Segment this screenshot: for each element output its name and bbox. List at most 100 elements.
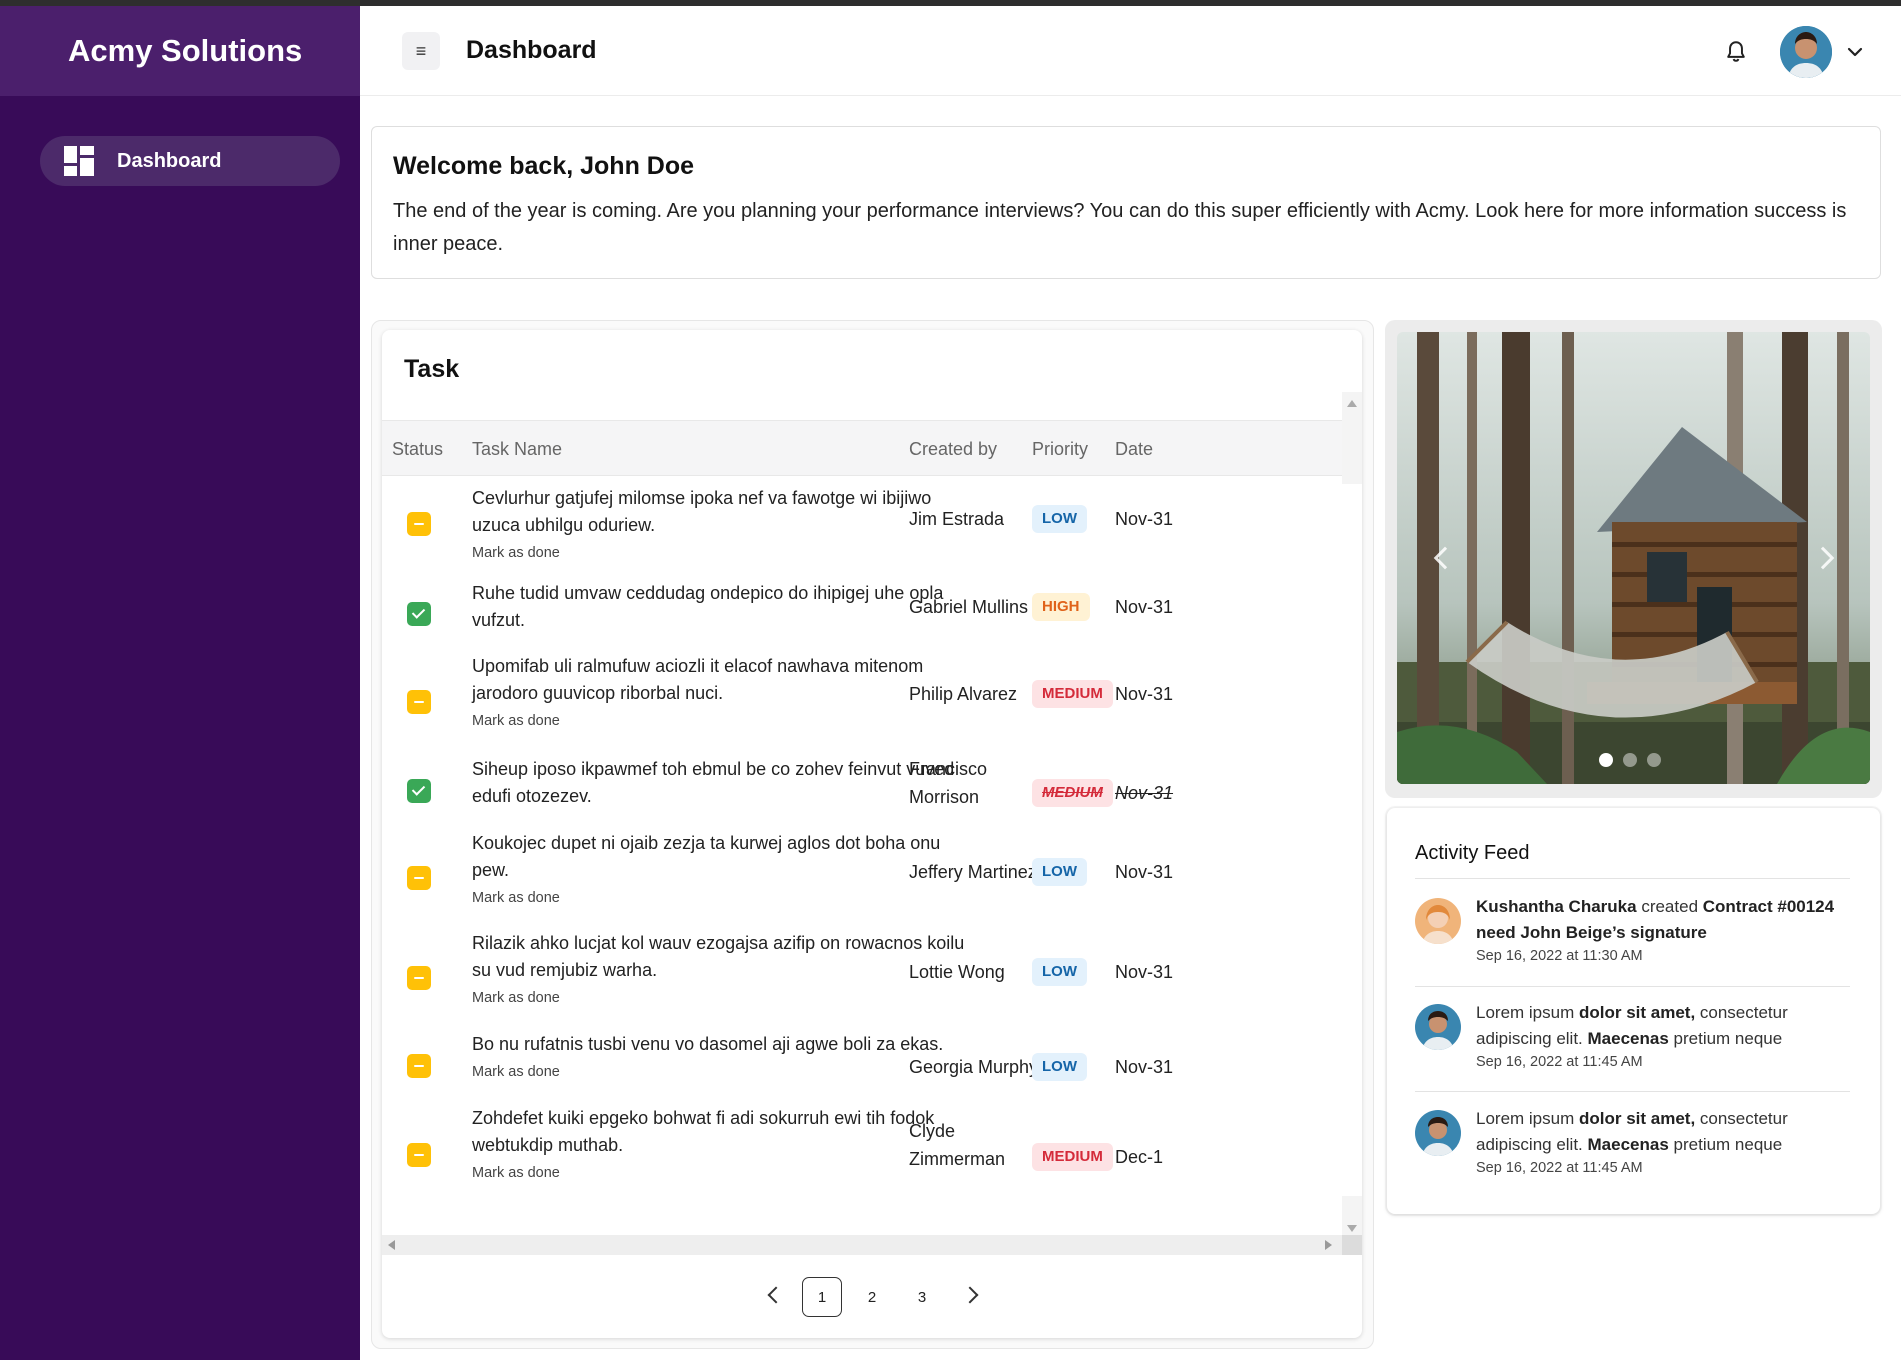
next-page-icon[interactable]: [961, 1286, 979, 1304]
activity-verb: created: [1636, 897, 1703, 916]
task-date: Dec-1: [1115, 1147, 1164, 1167]
page-2-button[interactable]: 2: [852, 1277, 892, 1317]
user-avatar[interactable]: [1780, 26, 1832, 78]
task-table-header: Status Task Name Created by Priority Dat…: [382, 420, 1342, 476]
cabin-forest-image: [1397, 332, 1870, 784]
sidebar-item-label: Dashboard: [117, 149, 222, 172]
table-row: Ruhe tudid umvaw ceddudag ondepico do ih…: [382, 578, 1342, 653]
brand-bar: Acmy Solutions: [0, 6, 360, 96]
pagination: 1 2 3: [382, 1277, 1362, 1317]
task-date: Nov-31: [1115, 862, 1174, 882]
task-created-by: Francisco Morrison: [909, 759, 988, 807]
task-name: Koukojec dupet ni ojaib zezja ta kurwej …: [472, 833, 941, 880]
activity-text: Lorem ipsum dolor sit amet, consectetur …: [1476, 1106, 1856, 1178]
scroll-down-icon[interactable]: [1347, 1225, 1357, 1232]
divider: [1415, 986, 1850, 987]
activity-actor[interactable]: Kushantha Charuka: [1476, 897, 1637, 916]
column-status[interactable]: Status: [392, 439, 443, 460]
activity-text: Kushantha Charuka created Contract #0012…: [1476, 894, 1856, 966]
table-row: Zohdefet kuiki epgeko bohwat fi adi soku…: [382, 1103, 1342, 1213]
mark-as-done-link[interactable]: Mark as done: [472, 543, 982, 563]
mark-as-done-link[interactable]: Mark as done: [472, 1062, 982, 1082]
sidebar: Acmy Solutions Dashboard: [0, 6, 360, 1360]
priority-badge: MEDIUM: [1032, 1143, 1113, 1171]
task-card: Task Status Task Name Created by Priorit…: [382, 330, 1362, 1338]
bell-icon[interactable]: [1723, 39, 1749, 65]
horizontal-scrollbar[interactable]: [382, 1235, 1362, 1255]
table-row: Bo nu rufatnis tusbi venu vo dasomel aji…: [382, 1028, 1342, 1103]
table-row: Upomifab uli ralmufuw aciozli it elacof …: [382, 653, 1342, 753]
activity-text-bold: Maecenas: [1587, 1029, 1669, 1048]
task-name: Upomifab uli ralmufuw aciozli it elacof …: [472, 656, 924, 703]
prev-page-icon[interactable]: [767, 1286, 785, 1304]
activity-avatar: [1415, 898, 1461, 944]
task-name: Ruhe tudid umvaw ceddudag ondepico do ih…: [472, 583, 944, 630]
welcome-text: The end of the year is coming. Are you p…: [393, 200, 1847, 255]
task-created-by: Lottie Wong: [909, 962, 1005, 982]
carousel-dot-2[interactable]: [1623, 753, 1637, 767]
scroll-up-icon[interactable]: [1347, 400, 1357, 407]
sidebar-nav: Dashboard: [0, 96, 360, 186]
task-name: Rilazik ahko lucjat kol wauv ezogajsa az…: [472, 933, 965, 980]
vertical-scrollbar[interactable]: [1342, 392, 1362, 1240]
mark-as-done-link[interactable]: Mark as done: [472, 988, 982, 1008]
priority-badge: LOW: [1032, 858, 1087, 886]
activity-feed: Activity Feed Kushantha Charuka created …: [1387, 808, 1880, 1214]
scrollbar-thumb[interactable]: [1342, 484, 1362, 1196]
table-row: Siheup iposo ikpawmef toh ebmul be co zo…: [382, 753, 1342, 828]
activity-text-bold: Maecenas: [1587, 1135, 1669, 1154]
activity-text-part: pretium neque: [1668, 1029, 1783, 1048]
image-carousel[interactable]: [1397, 332, 1870, 784]
task-created-by: Clyde Zimmerman: [909, 1121, 1006, 1169]
task-created-by: Georgia Murphy: [909, 1057, 1039, 1077]
column-created-by[interactable]: Created by: [909, 439, 997, 460]
scroll-right-icon[interactable]: [1325, 1240, 1332, 1250]
task-name: Cevlurhur gatjufej milomse ipoka nef va …: [472, 488, 932, 535]
welcome-card: Welcome back, John Doe The end of the ye…: [371, 126, 1881, 279]
chevron-down-icon[interactable]: [1845, 42, 1865, 62]
hamburger-icon: ≡: [415, 40, 427, 61]
task-name: Zohdefet kuiki epgeko bohwat fi adi soku…: [472, 1108, 935, 1155]
sidebar-item-dashboard[interactable]: Dashboard: [40, 136, 340, 186]
activity-time: Sep 16, 2022 at 11:30 AM: [1476, 948, 1643, 964]
table-row: Rilazik ahko lucjat kol wauv ezogajsa az…: [382, 928, 1342, 1028]
status-pending-checkbox[interactable]: [407, 512, 431, 536]
task-created-by: Gabriel Mullins: [909, 597, 1029, 617]
mark-as-done-link[interactable]: Mark as done: [472, 888, 982, 908]
status-done-checkbox[interactable]: [407, 779, 431, 803]
mark-as-done-link[interactable]: Mark as done: [472, 1163, 982, 1183]
status-pending-checkbox[interactable]: [407, 966, 431, 990]
priority-badge: MEDIUM: [1032, 680, 1113, 708]
page-1-button[interactable]: 1: [802, 1277, 842, 1317]
welcome-title: Welcome back, John Doe: [393, 152, 695, 180]
activity-text: Lorem ipsum dolor sit amet, consectetur …: [1476, 1000, 1856, 1072]
status-pending-checkbox[interactable]: [407, 690, 431, 714]
carousel-dot-3[interactable]: [1647, 753, 1661, 767]
menu-toggle-button[interactable]: ≡: [402, 32, 440, 70]
column-date[interactable]: Date: [1115, 439, 1153, 460]
status-pending-checkbox[interactable]: [407, 866, 431, 890]
activity-time: Sep 16, 2022 at 11:45 AM: [1476, 1160, 1643, 1176]
scroll-left-icon[interactable]: [388, 1240, 395, 1250]
dashboard-icon: [64, 146, 94, 176]
activity-item: Kushantha Charuka created Contract #0012…: [1415, 894, 1855, 974]
task-created-by: Philip Alvarez: [909, 684, 1018, 704]
task-date: Nov-31: [1115, 684, 1174, 704]
priority-badge: LOW: [1032, 505, 1087, 533]
divider: [1415, 878, 1850, 879]
task-date: Nov-31: [1115, 1057, 1174, 1077]
priority-badge: MEDIUM: [1032, 779, 1113, 807]
activity-avatar: [1415, 1110, 1461, 1156]
page-title: Dashboard: [466, 36, 597, 64]
activity-feed-title: Activity Feed: [1415, 842, 1530, 864]
status-pending-checkbox[interactable]: [407, 1143, 431, 1167]
mark-as-done-link[interactable]: Mark as done: [472, 711, 982, 731]
task-date: Nov-31: [1115, 509, 1174, 529]
page-3-button[interactable]: 3: [902, 1277, 942, 1317]
status-done-checkbox[interactable]: [407, 602, 431, 626]
column-task-name[interactable]: Task Name: [472, 439, 562, 460]
column-priority[interactable]: Priority: [1032, 439, 1088, 460]
carousel-dot-1[interactable]: [1599, 753, 1613, 767]
status-pending-checkbox[interactable]: [407, 1054, 431, 1078]
activity-item: Lorem ipsum dolor sit amet, consectetur …: [1415, 1106, 1855, 1186]
